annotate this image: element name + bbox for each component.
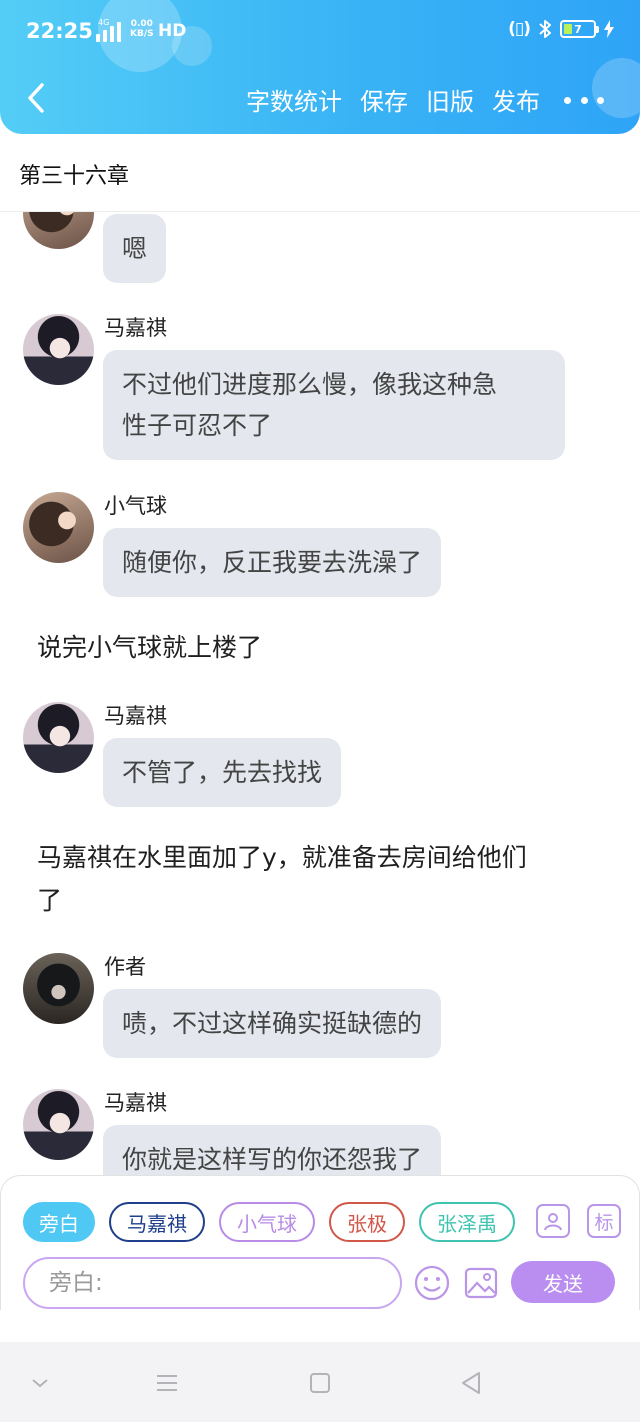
chapter-title[interactable]: 第三十六章 <box>19 158 129 190</box>
avatar[interactable] <box>23 212 94 249</box>
tag-label: 标 <box>594 1211 614 1234</box>
narration-text[interactable]: 马嘉祺在水里面加了y，就准备去房间给他们 了 <box>37 836 607 922</box>
narration-line: 了 <box>37 886 63 915</box>
status-time: 22:25 <box>26 19 93 43</box>
chevron-down-icon <box>32 1379 48 1388</box>
back-button[interactable] <box>18 78 54 118</box>
role-chip-zhangzeyu[interactable]: 张泽禹 <box>419 1202 515 1242</box>
add-role-button[interactable] <box>536 1204 570 1238</box>
role-selector: 旁白 马嘉祺 小气球 张极 张泽禹 <box>23 1202 515 1242</box>
chat-area[interactable]: 嗯 马嘉祺 不过他们进度那么慢，像我这种急 性子可忍不了 小气球 随便你，反正我… <box>0 212 640 1175</box>
composer-panel: 旁白 马嘉祺 小气球 张极 张泽禹 标 发送 <box>0 1175 640 1310</box>
avatar[interactable] <box>23 702 94 773</box>
smiley-icon <box>414 1265 450 1301</box>
app-header: 22:25 4G 0.00 KB/S HD (▯) 7 字数统计 保存 旧版 发… <box>0 0 640 134</box>
role-chip-zhangji[interactable]: 张极 <box>329 1202 405 1242</box>
message-input[interactable] <box>49 1270 376 1296</box>
chevron-left-icon <box>28 83 44 113</box>
message-bubble[interactable]: 不过他们进度那么慢，像我这种急 性子可忍不了 <box>103 350 565 460</box>
message-text: 性子可忍不了 <box>122 411 273 440</box>
speaker-name: 马嘉祺 <box>104 1091 167 1115</box>
battery-icon: 7 <box>560 20 599 38</box>
speaker-name: 马嘉祺 <box>104 704 167 728</box>
message-bubble[interactable]: 你就是这样写的你还怨我了 <box>103 1125 442 1175</box>
network-speed: 0.00 KB/S <box>130 19 154 39</box>
message-text: 嗯 <box>122 234 148 263</box>
tag-button[interactable]: 标 <box>587 1204 621 1238</box>
bluetooth-icon <box>538 19 552 39</box>
old-version-button[interactable]: 旧版 <box>426 82 474 117</box>
message-input-box[interactable] <box>23 1257 402 1309</box>
network-type: 4G <box>98 18 110 27</box>
signal-icon: 4G <box>96 18 121 42</box>
image-button[interactable] <box>462 1264 500 1302</box>
avatar[interactable] <box>23 492 94 563</box>
nav-bar: 字数统计 保存 旧版 发布 <box>0 64 640 134</box>
more-dot-icon <box>597 96 604 104</box>
word-count-button[interactable]: 字数统计 <box>246 82 342 117</box>
message-text: 你就是这样写的你还怨我了 <box>122 1145 423 1174</box>
message-text: 随便你，反正我要去洗澡了 <box>122 548 423 577</box>
image-icon <box>464 1267 498 1299</box>
chapter-bar: 第三十六章 <box>0 134 640 212</box>
role-chip-narrator[interactable]: 旁白 <box>23 1202 95 1242</box>
home-nav-button[interactable] <box>300 1366 340 1400</box>
triangle-back-icon <box>462 1372 480 1394</box>
hide-nav-button[interactable] <box>20 1366 60 1400</box>
speaker-name: 小气球 <box>104 494 167 518</box>
message-bubble[interactable]: 随便你，反正我要去洗澡了 <box>103 528 442 597</box>
battery-level: 7 <box>574 22 582 36</box>
speed-unit: KB/S <box>130 29 154 39</box>
role-chip-ma-jiaqi[interactable]: 马嘉祺 <box>109 1202 205 1242</box>
speaker-name: 马嘉祺 <box>104 316 167 340</box>
message-bubble[interactable]: 嗯 <box>103 214 167 283</box>
message-text: 不过他们进度那么慢，像我这种急 <box>122 370 498 399</box>
person-card-icon <box>544 1213 562 1231</box>
emoji-button[interactable] <box>413 1264 451 1302</box>
avatar[interactable] <box>23 1089 94 1160</box>
more-options-button[interactable] <box>564 88 604 112</box>
narration-line: 马嘉祺在水里面加了y，就准备去房间给他们 <box>37 843 527 872</box>
send-button[interactable]: 发送 <box>511 1261 615 1303</box>
message-text: 啧，不过这样确实挺缺德的 <box>122 1009 423 1038</box>
vibrate-icon: (▯) <box>508 19 531 39</box>
hd-indicator: HD <box>158 21 187 41</box>
charging-icon <box>604 20 614 38</box>
publish-button[interactable]: 发布 <box>492 82 540 117</box>
more-dot-icon <box>580 96 588 104</box>
message-bubble[interactable]: 啧，不过这样确实挺缺德的 <box>103 989 442 1058</box>
menu-nav-button[interactable] <box>147 1366 187 1400</box>
message-text: 不管了，先去找找 <box>122 758 323 787</box>
status-bar: 22:25 4G 0.00 KB/S HD (▯) 7 <box>0 0 640 64</box>
system-navigation-bar <box>0 1342 640 1422</box>
save-button[interactable]: 保存 <box>360 82 408 117</box>
back-nav-button[interactable] <box>451 1366 491 1400</box>
avatar[interactable] <box>23 314 94 385</box>
menu-icon <box>157 1375 177 1391</box>
narration-text[interactable]: 说完小气球就上楼了 <box>37 626 607 669</box>
message-bubble[interactable]: 不管了，先去找找 <box>103 738 342 807</box>
speed-value: 0.00 <box>130 19 153 29</box>
role-chip-xiaoqiqiu[interactable]: 小气球 <box>219 1202 315 1242</box>
avatar[interactable] <box>23 953 94 1024</box>
square-icon <box>310 1373 330 1393</box>
nav-actions: 字数统计 保存 旧版 发布 <box>246 82 540 117</box>
more-dot-icon <box>564 96 571 104</box>
speaker-name: 作者 <box>104 955 146 979</box>
status-right-icons: (▯) 7 <box>508 19 614 39</box>
